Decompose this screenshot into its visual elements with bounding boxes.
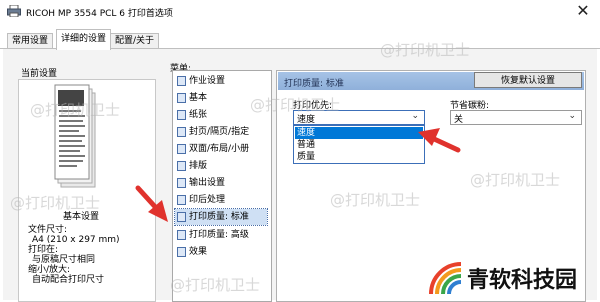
tab-config-about[interactable]: 配置/关于: [110, 33, 160, 49]
menu-item-output[interactable]: 输出设置: [175, 175, 267, 191]
brand-name: 青软科技园: [467, 268, 578, 293]
job-settings-icon: [177, 76, 186, 86]
info-scale-value: 自动配合打印尺寸: [32, 275, 105, 285]
toner-save-select[interactable]: 关 ⌄: [450, 110, 582, 125]
layout-icon: [177, 161, 186, 171]
close-icon[interactable]: ✕: [574, 2, 592, 20]
menu-item-layout[interactable]: 排版: [175, 158, 267, 174]
print-priority-value: 速度: [297, 115, 316, 125]
paper-icon: [177, 110, 186, 120]
quality-standard-icon: [177, 212, 186, 222]
quality-advanced-icon: [177, 230, 186, 240]
option-normal[interactable]: 普通: [295, 139, 423, 151]
menu-item-quality-standard[interactable]: 打印质量: 标准: [174, 208, 268, 226]
info-print-on-label: 打印在:: [28, 245, 59, 255]
menu-item-paper[interactable]: 纸张: [175, 107, 267, 123]
menu-item-job-settings[interactable]: 作业设置: [175, 73, 267, 89]
option-quality[interactable]: 质量: [295, 151, 423, 163]
info-paper-size-label: 文件尺寸:: [28, 225, 68, 235]
title-bar: RICOH MP 3554 PCL 6 打印首选项 ✕: [0, 0, 600, 24]
tab-common-settings[interactable]: 常用设置: [7, 33, 54, 49]
print-priority-dropdown: 速度 普通 质量: [293, 125, 425, 164]
effects-icon: [177, 247, 186, 257]
menu-item-effects[interactable]: 效果: [175, 244, 267, 260]
menu-item-cover[interactable]: 封页/隔页/指定: [175, 124, 267, 140]
print-priority-select[interactable]: 速度 ⌄: [293, 110, 425, 125]
finishing-icon: [177, 195, 186, 205]
printer-icon: [7, 5, 21, 17]
menu-item-finishing[interactable]: 印后处理: [175, 192, 267, 208]
brand-logo: 青软科技园: [423, 256, 593, 298]
menu-item-quality-advanced[interactable]: 打印质量: 高级: [175, 227, 267, 243]
output-icon: [177, 178, 186, 188]
tab-bar: 常用设置 详细的设置 配置/关于: [0, 29, 600, 50]
info-paper-size-value: A4 (210 x 297 mm): [32, 235, 120, 245]
brand-signal-icon: [429, 262, 462, 295]
tab-detailed-settings[interactable]: 详细的设置: [56, 29, 112, 50]
window-title: RICOH MP 3554 PCL 6 打印首选项: [26, 9, 173, 19]
chevron-down-icon: ⌄: [411, 111, 419, 121]
menu-item-basic[interactable]: 基本: [175, 90, 267, 106]
cover-icon: [177, 127, 186, 137]
panel-title: 打印质量: 标准: [284, 79, 344, 89]
info-print-on-value: 与原稿尺寸相同: [32, 255, 96, 265]
menu-item-duplex[interactable]: 双面/布局/小册: [175, 141, 267, 157]
settings-menu: 作业设置 基本 纸张 封页/隔页/指定 双面/布局/小册 排版 输出设置 印后处…: [172, 70, 272, 302]
basic-icon: [177, 93, 186, 103]
toner-save-value: 关: [454, 115, 464, 125]
paper-stack-preview-icon: [54, 84, 96, 188]
info-scale-label: 缩小/放大:: [28, 265, 71, 275]
duplex-icon: [177, 144, 186, 154]
option-speed[interactable]: 速度: [295, 127, 423, 139]
reset-defaults-button[interactable]: 恢复默认设置: [474, 72, 582, 88]
chevron-down-icon: ⌄: [568, 111, 576, 121]
current-settings-caption: 基本设置: [63, 212, 100, 222]
current-settings-label: 当前设置: [21, 69, 58, 79]
